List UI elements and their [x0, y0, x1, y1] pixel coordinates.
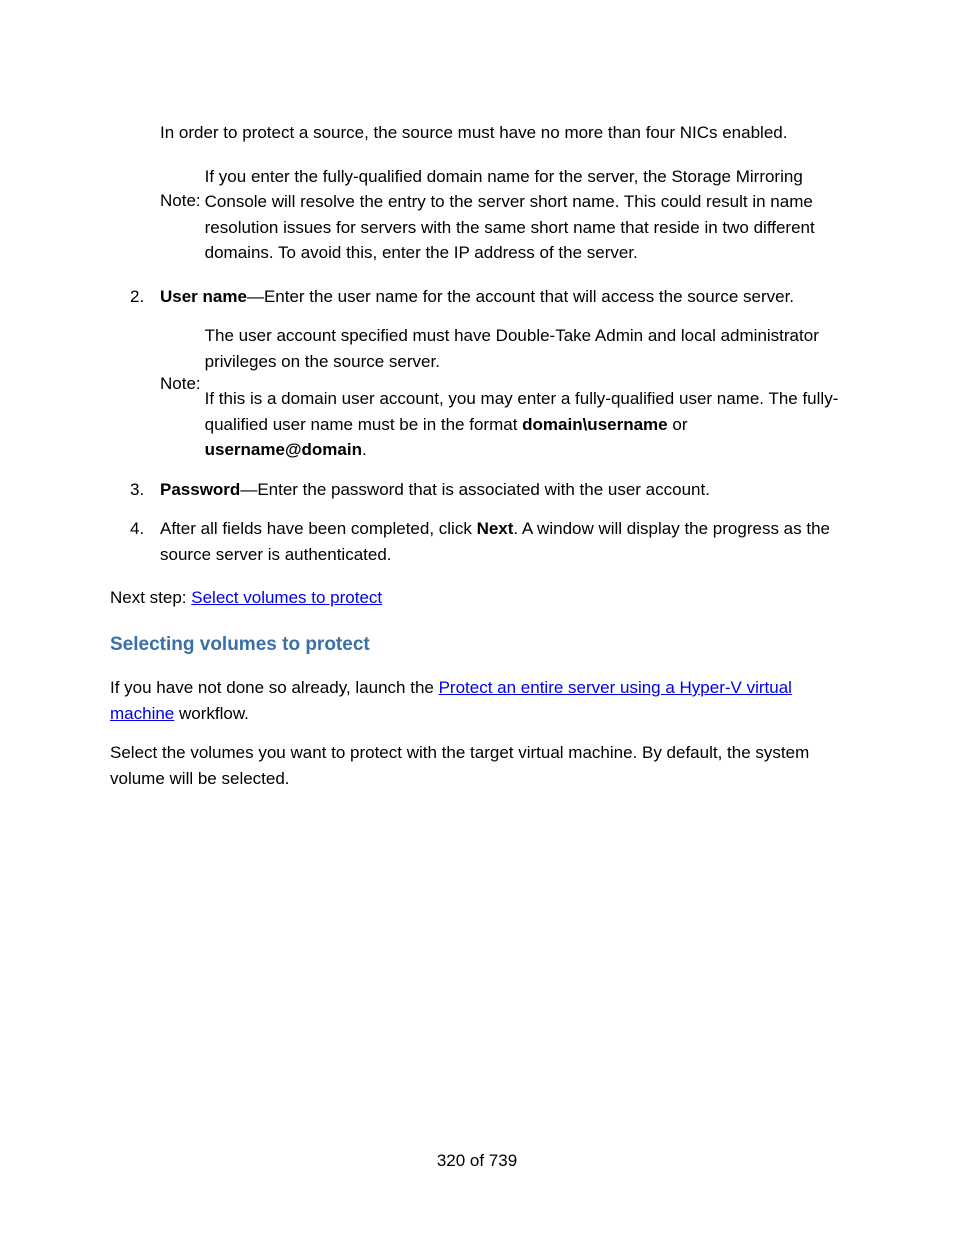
next-step-line: Next step: Select volumes to protect — [110, 585, 844, 611]
last-para: Select the volumes you want to protect w… — [110, 740, 844, 791]
note-block-2: Note: The user account specified must ha… — [160, 323, 844, 463]
note-label: Note: — [160, 164, 201, 214]
page-footer: 320 of 739 — [0, 1148, 954, 1174]
item3-text: —Enter the password that is associated w… — [240, 480, 710, 499]
note-label: Note: — [160, 323, 201, 397]
next-step-label: Next step: — [110, 588, 191, 607]
link-select-volumes[interactable]: Select volumes to protect — [191, 588, 382, 607]
numbered-list: User name—Enter the user name for the ac… — [110, 284, 844, 568]
note2-p2: If this is a domain user account, you ma… — [205, 386, 844, 463]
section-heading: Selecting volumes to protect — [110, 631, 844, 660]
after-heading-para: If you have not done so already, launch … — [110, 675, 844, 726]
term-password: Password — [160, 480, 240, 499]
note2-p1: The user account specified must have Dou… — [205, 323, 844, 374]
item2-text: —Enter the user name for the account tha… — [247, 287, 794, 306]
intro-note-paragraph: In order to protect a source, the source… — [160, 120, 844, 146]
note-body-text: If you enter the fully-qualified domain … — [205, 164, 844, 266]
item4-bold: Next — [477, 519, 514, 538]
list-item-2: User name—Enter the user name for the ac… — [110, 284, 844, 463]
list-item-4: After all fields have been completed, cl… — [110, 516, 844, 567]
note-block-1: Note: If you enter the fully-qualified d… — [160, 164, 844, 266]
term-user-name: User name — [160, 287, 247, 306]
list-item-3: Password—Enter the password that is asso… — [110, 477, 844, 503]
item4-pre: After all fields have been completed, cl… — [160, 519, 477, 538]
